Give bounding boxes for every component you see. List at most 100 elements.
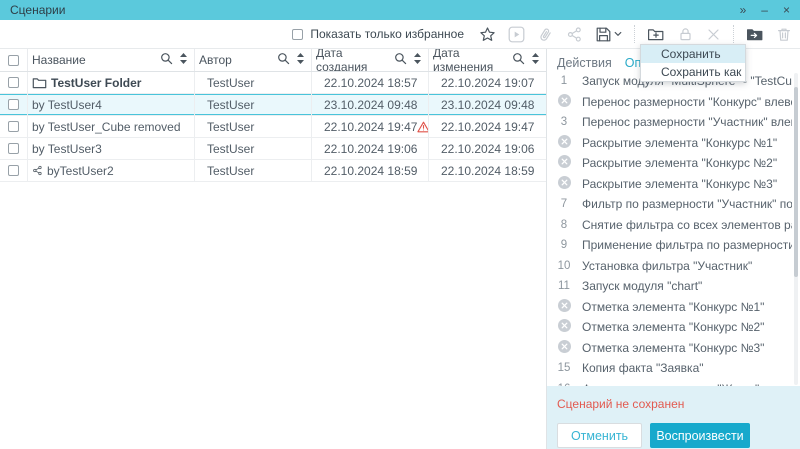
table-row[interactable]: TestUser FolderTestUser22.10.2024 18:572… <box>0 72 546 94</box>
share-icon <box>566 26 583 43</box>
action-item[interactable]: Отметка элемента "Конкурс №3" <box>547 338 792 359</box>
play-scenario-button[interactable] <box>508 25 525 44</box>
row-checkbox[interactable] <box>8 165 19 176</box>
circle-x-icon <box>558 299 571 315</box>
action-skipped <box>553 340 575 356</box>
row-modified: 22.10.2024 19:06 <box>441 142 534 156</box>
chevron-down-icon <box>614 31 622 37</box>
window-controls: » – × <box>740 0 790 20</box>
column-header-0[interactable]: Название <box>28 49 195 71</box>
row-checkbox[interactable] <box>8 77 19 88</box>
panel-scrollbar-thumb[interactable] <box>794 87 798 277</box>
column-header-label: Дата создания <box>316 49 394 71</box>
action-item[interactable]: 8Снятие фильтра со всех элементов размер… <box>547 215 792 236</box>
action-item[interactable]: 3 Перенос размерности "Участник" влево <box>547 112 792 133</box>
circle-x-icon <box>558 135 571 151</box>
action-item[interactable]: 15 Копия факта "Заявка" <box>547 358 792 379</box>
search-icon[interactable] <box>394 52 407 68</box>
column-header-controls <box>277 52 305 68</box>
column-header-1[interactable]: Автор <box>195 49 312 71</box>
toolbar-divider <box>634 25 635 43</box>
action-text: Фильтр по размерности "Участник" по патт… <box>582 197 792 211</box>
titlebar: Сценарии » – × <box>0 0 800 20</box>
sort-icon[interactable] <box>413 52 422 68</box>
action-number: 11 <box>553 280 575 292</box>
folder-move-icon <box>746 26 764 43</box>
action-item[interactable]: 11Запуск модуля "chart" <box>547 276 792 297</box>
delete-button[interactable] <box>776 25 792 44</box>
play-button[interactable]: Воспроизвести <box>650 423 750 448</box>
search-icon[interactable] <box>512 52 525 68</box>
action-item[interactable]: Перенос размерности "Конкурс" влево <box>547 92 792 113</box>
favorites-checkbox[interactable] <box>292 29 303 40</box>
action-text: Раскрытие элемента "Конкурс №1" <box>582 136 777 150</box>
column-header-label: Название <box>32 53 86 67</box>
folder-plus-icon <box>647 26 665 43</box>
action-item[interactable]: Раскрытие элемента "Конкурс №1" <box>547 133 792 154</box>
search-icon[interactable] <box>277 52 290 68</box>
select-all-header-cell <box>0 49 28 71</box>
action-number: 15 <box>553 362 575 374</box>
share-button[interactable] <box>566 25 583 44</box>
lock-button[interactable] <box>677 25 694 44</box>
table-row[interactable]: by TestUser3TestUser22.10.2024 19:0622.1… <box>0 138 546 160</box>
action-item[interactable]: 10Установка фильтра "Участник" <box>547 256 792 277</box>
column-header-3[interactable]: Дата изменения <box>429 49 546 71</box>
attach-link-button[interactable] <box>537 25 554 44</box>
warning-icon <box>417 121 429 133</box>
table-row[interactable]: by TestUser4TestUser23.10.2024 09:4823.1… <box>0 94 546 116</box>
search-icon[interactable] <box>160 52 173 68</box>
action-item[interactable]: Раскрытие элемента "Конкурс №3" <box>547 174 792 195</box>
collapse-icon[interactable]: » <box>740 0 747 20</box>
content: Название АвторДата создания Дата изменения… <box>0 48 800 449</box>
table-row[interactable]: by TestUser_Cube removedTestUser22.10.20… <box>0 116 546 138</box>
move-to-folder-button[interactable] <box>746 25 764 44</box>
action-item[interactable]: Отметка элемента "Конкурс №2" <box>547 317 792 338</box>
save-button[interactable] <box>595 25 622 44</box>
panel-scrollbar[interactable] <box>794 73 798 385</box>
menu-item-save-as[interactable]: Сохранить как <box>641 63 745 81</box>
tab-actions[interactable]: Действия <box>557 56 612 70</box>
column-header-2[interactable]: Дата создания <box>312 49 429 71</box>
star-icon <box>479 26 496 43</box>
action-text: Перенос размерности "Участник" влево <box>582 115 792 129</box>
row-checkbox[interactable] <box>8 143 19 154</box>
row-author: TestUser <box>207 98 254 112</box>
action-skipped <box>553 176 575 192</box>
play-icon <box>508 26 525 43</box>
save-dropdown-menu: СохранитьСохранить как <box>640 44 746 82</box>
table-row[interactable]: byTestUser2TestUser22.10.2024 18:5922.10… <box>0 160 546 182</box>
action-skipped <box>553 299 575 315</box>
row-checkbox[interactable] <box>8 121 19 132</box>
action-item[interactable]: 7 Фильтр по размерности "Участник" по пат… <box>547 194 792 215</box>
cancel-button[interactable]: Отменить <box>557 423 642 448</box>
favorite-star-button[interactable] <box>479 25 496 44</box>
action-number: 10 <box>553 260 575 272</box>
action-item[interactable]: Раскрытие элемента "Конкурс №2" <box>547 153 792 174</box>
action-number: 7 <box>553 198 575 210</box>
action-text: Копия факта "Заявка" <box>582 361 704 375</box>
row-author-cell: TestUser <box>195 138 312 159</box>
row-modified-cell: 22.10.2024 18:59 <box>429 160 546 181</box>
menu-item-save[interactable]: Сохранить <box>641 45 745 63</box>
remove-from-folder-button[interactable] <box>706 25 721 44</box>
select-all-checkbox[interactable] <box>8 55 19 66</box>
sort-icon[interactable] <box>296 52 305 68</box>
action-number: 3 <box>553 116 575 128</box>
action-item[interactable]: 9Применение фильтра по размерности "" <box>547 235 792 256</box>
action-skipped <box>553 319 575 335</box>
table-body: TestUser FolderTestUser22.10.2024 18:572… <box>0 72 546 182</box>
actions-list: 1Запуск модуля "MultiSphere" - "TestCube… <box>547 71 792 386</box>
close-icon[interactable]: × <box>783 0 790 20</box>
circle-x-icon <box>558 340 571 356</box>
action-item[interactable]: 16Фильтр по размерности "Жюри" по паттер… <box>547 379 792 387</box>
row-created: 22.10.2024 19:06 <box>324 142 417 156</box>
create-folder-button[interactable] <box>647 25 665 44</box>
sort-icon[interactable] <box>531 52 540 68</box>
sort-icon[interactable] <box>179 52 188 68</box>
circle-x-icon <box>558 176 571 192</box>
row-name: by TestUser4 <box>32 98 102 112</box>
minimize-icon[interactable]: – <box>761 0 768 20</box>
row-checkbox[interactable] <box>8 99 19 110</box>
action-item[interactable]: Отметка элемента "Конкурс №1" <box>547 297 792 318</box>
